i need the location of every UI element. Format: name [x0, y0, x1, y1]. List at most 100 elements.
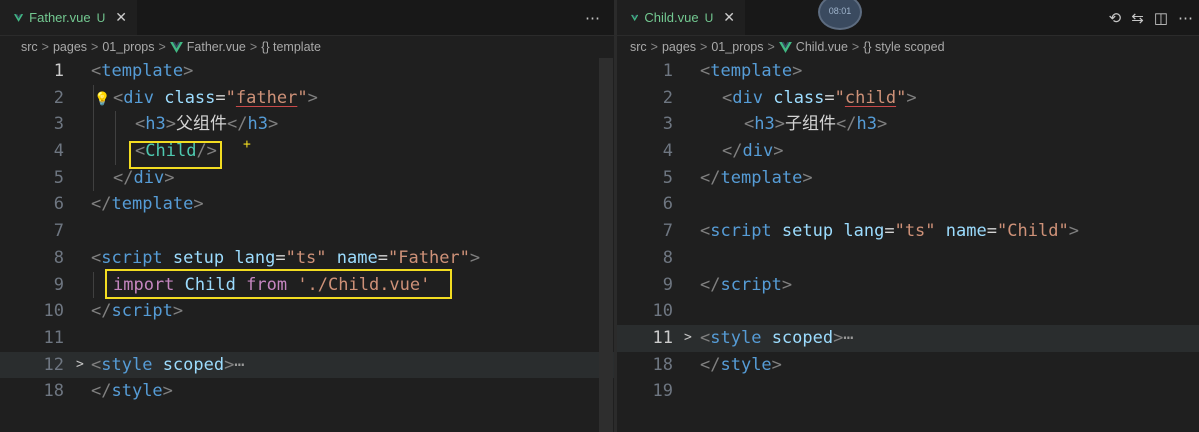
vue-file-icon — [14, 13, 24, 22]
folded-ellipsis[interactable]: ⋯ — [234, 355, 244, 375]
untracked-badge: U — [96, 10, 106, 25]
tab-father-vue[interactable]: Father.vue U ✕ — [0, 0, 137, 35]
code-line: 4 <Child/> + — [0, 137, 614, 165]
code-line-folded: 12 > <style scoped>⋯ — [0, 351, 614, 379]
line-number: 10 — [652, 301, 673, 322]
highlight-box-child-tag — [129, 141, 222, 169]
more-actions-icon[interactable]: ⋯ — [585, 9, 600, 27]
class-value: father — [235, 87, 298, 108]
line-number: 6 — [662, 194, 673, 215]
line-number: 11 — [652, 327, 673, 348]
tab-filename: Father.vue — [29, 10, 91, 25]
line-number: 7 — [662, 221, 673, 242]
cursor-crosshair-icon: + — [243, 137, 251, 153]
close-icon[interactable]: ✕ — [723, 9, 735, 26]
vue-file-icon — [778, 41, 792, 53]
vue-file-icon — [631, 14, 639, 21]
breadcrumb-symbol[interactable]: {} template — [261, 40, 321, 54]
code-line: 5 </div> — [0, 165, 614, 192]
untracked-badge: U — [704, 10, 714, 25]
line-number: 12 — [43, 354, 64, 375]
right-editor-actions: ⟲ ⇆ ◫ ⋯ — [1109, 0, 1193, 35]
chevron-right-icon: > — [91, 40, 99, 54]
code-line: 2 💡 <div class="father"> — [0, 85, 614, 112]
breadcrumb-pages[interactable]: pages — [53, 40, 87, 54]
code-line: 10 — [617, 298, 1199, 325]
fold-chevron-icon[interactable]: > — [684, 325, 692, 352]
code-line: 8 — [617, 245, 1199, 272]
line-number: 3 — [53, 114, 64, 135]
fold-chevron-icon[interactable]: > — [76, 352, 84, 379]
left-editor-actions: ⋯ — [585, 0, 600, 35]
line-number: 5 — [53, 167, 64, 188]
line-number: 1 — [53, 61, 64, 81]
code-line: 11 — [0, 325, 614, 352]
code-line: 19 — [617, 378, 1199, 405]
line-number: 18 — [43, 381, 64, 402]
line-number: 3 — [662, 114, 673, 135]
split-editor-icon[interactable]: ◫ — [1154, 9, 1168, 27]
chevron-right-icon: > — [851, 40, 860, 54]
code-line: 4 </div> — [617, 138, 1199, 165]
vue-file-icon — [169, 41, 183, 53]
code-line: 1 <template> — [0, 58, 614, 85]
code-line: 6 — [617, 191, 1199, 218]
heading-text: 父组件 — [175, 114, 227, 135]
line-number: 18 — [652, 354, 673, 375]
chevron-right-icon: > — [650, 40, 658, 54]
code-line: 7 <script setup lang="ts" name="Child"> — [617, 218, 1199, 245]
code-line: 2 <div class="child"> — [617, 85, 1199, 112]
right-tab-bar: Child.vue U ✕ ⟲ ⇆ ◫ ⋯ — [617, 0, 1199, 36]
breadcrumb: src > pages > 01_props > Child.vue > {} styl… — [617, 36, 1199, 58]
line-number: 4 — [53, 141, 64, 162]
line-number: 8 — [53, 247, 64, 268]
left-editor-group: Father.vue U ✕ ⋯ src > pages > 01_props > F… — [0, 0, 614, 432]
lightbulb-icon[interactable]: 💡 — [94, 87, 110, 114]
tab-child-vue[interactable]: Child.vue U ✕ — [617, 0, 745, 35]
close-icon[interactable]: ✕ — [115, 9, 127, 26]
line-number: 1 — [662, 61, 673, 81]
breadcrumb-symbol[interactable]: {} style scoped — [863, 40, 944, 54]
line-number: 11 — [43, 327, 64, 348]
breadcrumb-file[interactable]: Father.vue — [187, 40, 246, 54]
line-number: 5 — [662, 167, 673, 188]
code-line: 9 </script> — [617, 272, 1199, 299]
code-line: 7 — [0, 218, 614, 245]
line-number: 10 — [43, 301, 64, 322]
timeline-icon[interactable]: ⟲ — [1109, 9, 1122, 27]
code-line: 5 </template> — [617, 165, 1199, 192]
line-number: 4 — [662, 141, 673, 162]
code-line-folded: 11 > <style scoped>⋯ — [617, 324, 1199, 352]
compare-changes-icon[interactable]: ⇆ — [1131, 9, 1144, 27]
folded-ellipsis[interactable]: ⋯ — [843, 328, 853, 348]
more-actions-icon[interactable]: ⋯ — [1178, 9, 1193, 27]
breadcrumb-folder[interactable]: 01_props — [711, 40, 763, 54]
code-line: 1 <template> — [617, 58, 1199, 85]
breadcrumb-src[interactable]: src — [21, 40, 38, 54]
left-tab-bar: Father.vue U ✕ ⋯ — [0, 0, 614, 36]
line-number: 6 — [53, 194, 64, 215]
line-number: 7 — [53, 221, 64, 242]
chevron-right-icon: > — [249, 40, 258, 54]
line-number: 2 — [53, 87, 64, 108]
breadcrumb-pages[interactable]: pages — [662, 40, 696, 54]
line-number: 19 — [652, 381, 673, 402]
code-editor[interactable]: 1 <template> 2 <div class="child"> 3 <h3>子组… — [617, 58, 1199, 405]
breadcrumb-src[interactable]: src — [630, 40, 647, 54]
vertical-scrollbar[interactable] — [599, 58, 613, 432]
line-number: 9 — [53, 274, 64, 295]
code-line: 6 </template> — [0, 191, 614, 218]
code-editor[interactable]: 1 <template> 2 💡 <div class="father"> 3 <h3>… — [0, 58, 614, 405]
code-line: 10 </script> — [0, 298, 614, 325]
breadcrumb-folder[interactable]: 01_props — [102, 40, 154, 54]
code-line: 8 <script setup lang="ts" name="Father"> — [0, 245, 614, 272]
right-editor-group: Child.vue U ✕ ⟲ ⇆ ◫ ⋯ src > pages > 01_pro… — [617, 0, 1199, 432]
chevron-right-icon: > — [700, 40, 708, 54]
highlight-box-import — [105, 269, 452, 299]
breadcrumb-file[interactable]: Child.vue — [796, 40, 848, 54]
line-number: 8 — [662, 247, 673, 268]
code-line: 18 </style> — [617, 352, 1199, 379]
breadcrumb: src > pages > 01_props > Father.vue > {} tem… — [0, 36, 614, 58]
tag-name: template — [101, 61, 184, 81]
chevron-right-icon: > — [767, 40, 775, 54]
